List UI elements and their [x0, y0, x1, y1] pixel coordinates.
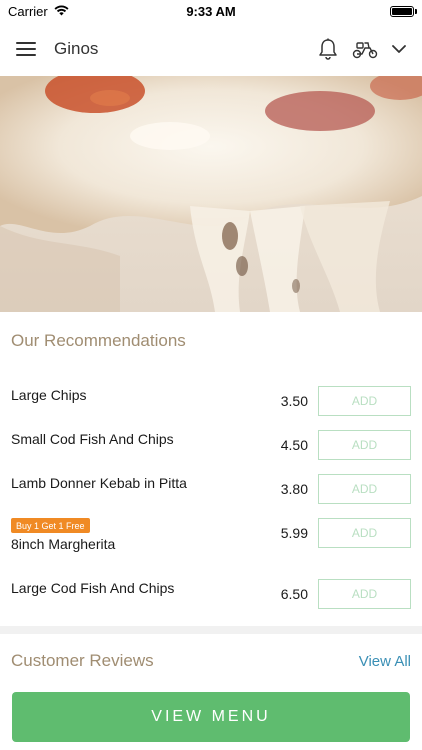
section-divider [0, 626, 422, 634]
battery-icon [390, 5, 417, 17]
status-bar: Carrier 9:33 AM [0, 0, 422, 22]
item-price: 3.50 [280, 393, 308, 409]
item-name: Lamb Donner Kebab in Pitta [11, 475, 187, 491]
list-item: Large Cod Fish And Chips 6.50 ADD [0, 574, 422, 614]
add-button[interactable]: ADD [318, 579, 411, 609]
view-all-link[interactable]: View All [359, 653, 411, 670]
item-price: 4.50 [280, 437, 308, 453]
item-name: 8inch Margherita [11, 536, 116, 552]
item-price: 3.80 [280, 481, 308, 497]
list-item: Small Cod Fish And Chips 4.50 ADD [0, 425, 422, 465]
item-name: Large Chips [11, 387, 87, 403]
nav-bar: Ginos [0, 22, 422, 76]
add-button[interactable]: ADD [318, 474, 411, 504]
add-button[interactable]: ADD [318, 430, 411, 460]
clock: 9:33 AM [186, 3, 236, 19]
promo-badge: Buy 1 Get 1 Free [11, 518, 90, 533]
item-price: 5.99 [280, 525, 308, 541]
item-name: Large Cod Fish And Chips [11, 580, 175, 596]
view-menu-button[interactable]: VIEW MENU [12, 692, 410, 742]
restaurant-title: Ginos [54, 39, 99, 58]
nav-actions [318, 38, 406, 60]
add-button[interactable]: ADD [318, 386, 411, 416]
list-item: Buy 1 Get 1 Free 8inch Margherita 5.99 A… [0, 513, 422, 569]
recommendations-title: Our Recommendations [11, 331, 186, 350]
menu-icon[interactable] [16, 42, 36, 56]
list-item: Large Chips 3.50 ADD [0, 381, 422, 421]
chevron-down-icon[interactable] [392, 44, 406, 54]
list-item: Lamb Donner Kebab in Pitta 3.80 ADD [0, 469, 422, 509]
item-price: 6.50 [280, 586, 308, 602]
bell-icon[interactable] [318, 38, 338, 60]
reviews-title: Customer Reviews [11, 651, 154, 670]
item-name: Small Cod Fish And Chips [11, 431, 174, 447]
scooter-icon[interactable] [352, 39, 378, 59]
add-button[interactable]: ADD [318, 518, 411, 548]
hero-image [0, 76, 422, 312]
